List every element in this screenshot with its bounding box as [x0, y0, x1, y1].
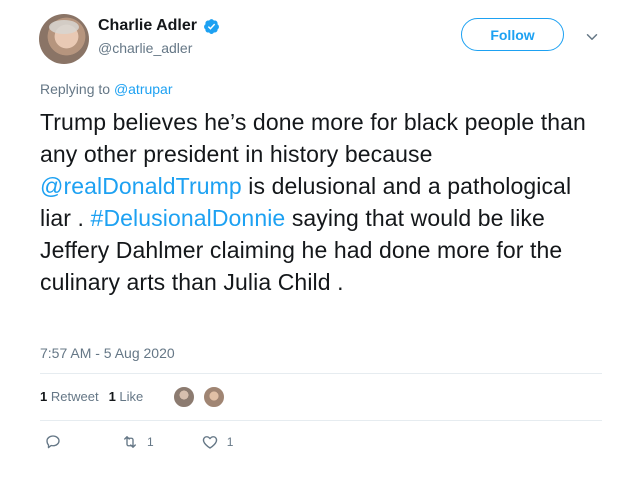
like-count: 1	[226, 435, 234, 449]
retweeter-avatar[interactable]	[202, 385, 226, 409]
author-avatar[interactable]	[39, 14, 89, 64]
like-stat-count: 1	[108, 389, 116, 404]
hashtag-link[interactable]: #DelusionalDonnie	[91, 205, 286, 231]
tweet-text-part-1: Trump believes he’s done more for black …	[40, 109, 586, 167]
author-handle[interactable]: @charlie_adler	[98, 40, 192, 56]
retweet-button[interactable]: 1	[121, 433, 154, 451]
engagement-stats: 1 Retweet 1 Like	[40, 389, 143, 404]
retweet-stat-label: Retweet	[50, 389, 99, 404]
verified-badge-icon	[204, 18, 219, 34]
retweet-stat[interactable]: 1 Retweet	[40, 389, 99, 404]
replying-to-link[interactable]: @atrupar	[114, 81, 173, 97]
follow-button[interactable]: Follow	[461, 18, 564, 51]
like-button[interactable]: 1	[201, 433, 234, 451]
divider	[40, 373, 602, 374]
tweet-actions: 1 1	[40, 433, 233, 451]
heart-icon	[202, 436, 217, 449]
author-name-row: Charlie Adler	[98, 17, 220, 35]
tweet-text: Trump believes he’s done more for black …	[40, 106, 600, 298]
reply-button[interactable]	[44, 433, 62, 451]
author-name[interactable]: Charlie Adler	[98, 17, 197, 35]
chevron-down-icon[interactable]	[583, 28, 601, 46]
mention-link[interactable]: @realDonaldTrump	[40, 173, 242, 199]
liker-avatar[interactable]	[172, 385, 196, 409]
tweet-timestamp[interactable]: 7:57 AM - 5 Aug 2020	[40, 345, 175, 361]
like-stat[interactable]: 1 Like	[109, 389, 144, 404]
retweet-stat-count: 1	[40, 389, 48, 404]
comment-icon	[46, 435, 60, 449]
replying-to: Replying to @atrupar	[40, 81, 173, 97]
divider	[40, 420, 602, 421]
like-stat-label: Like	[119, 389, 144, 404]
retweet-icon	[124, 436, 136, 448]
retweet-count: 1	[147, 435, 154, 449]
replying-to-label: Replying to	[40, 81, 111, 97]
